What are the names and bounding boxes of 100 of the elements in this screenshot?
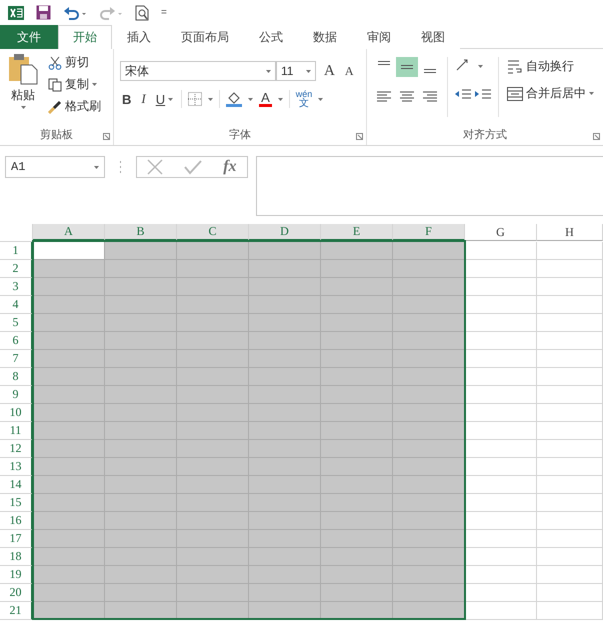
grid-cell[interactable] bbox=[177, 548, 249, 566]
grid-cell[interactable] bbox=[537, 440, 603, 458]
font-name-dropdown[interactable]: 宋体 bbox=[120, 61, 276, 81]
grid-cell[interactable] bbox=[393, 242, 465, 260]
grid-cell[interactable] bbox=[249, 332, 321, 350]
grid-cell[interactable] bbox=[393, 350, 465, 368]
drag-handle-icon[interactable] bbox=[119, 161, 122, 173]
grid-cell[interactable] bbox=[105, 458, 177, 476]
grid-cell[interactable] bbox=[249, 584, 321, 602]
grid-cell[interactable] bbox=[249, 530, 321, 548]
italic-button[interactable]: I bbox=[139, 91, 148, 107]
row-header[interactable]: 15 bbox=[0, 494, 33, 512]
grid-cell[interactable] bbox=[321, 476, 393, 494]
grid-cell[interactable] bbox=[33, 494, 105, 512]
cancel-icon[interactable] bbox=[147, 159, 164, 175]
font-size-dropdown[interactable]: 11 bbox=[276, 61, 316, 81]
column-header[interactable]: A bbox=[33, 224, 105, 241]
column-header[interactable]: E bbox=[321, 224, 393, 241]
grid-cell[interactable] bbox=[393, 476, 465, 494]
grow-font-button[interactable]: A bbox=[322, 62, 337, 80]
grid-cell[interactable] bbox=[537, 494, 603, 512]
grid-cell[interactable] bbox=[105, 512, 177, 530]
grid-cell[interactable] bbox=[177, 260, 249, 278]
grid-cell[interactable] bbox=[465, 440, 537, 458]
row-header[interactable]: 18 bbox=[0, 548, 33, 566]
grid-cell[interactable] bbox=[177, 476, 249, 494]
grid-cell[interactable] bbox=[321, 548, 393, 566]
grid-cell[interactable] bbox=[321, 332, 393, 350]
grid-cell[interactable] bbox=[321, 386, 393, 404]
grid-cell[interactable] bbox=[393, 296, 465, 314]
grid-cell[interactable] bbox=[321, 278, 393, 296]
row-header[interactable]: 21 bbox=[0, 602, 33, 620]
row-header[interactable]: 10 bbox=[0, 404, 33, 422]
clipboard-icon[interactable] bbox=[8, 53, 38, 85]
grid-cell[interactable] bbox=[249, 548, 321, 566]
grid-cell[interactable] bbox=[321, 350, 393, 368]
grid-cell[interactable] bbox=[33, 440, 105, 458]
grid-cell[interactable] bbox=[33, 584, 105, 602]
grid-cell[interactable] bbox=[465, 566, 537, 584]
grid-cell[interactable] bbox=[105, 404, 177, 422]
grid-cell[interactable] bbox=[105, 368, 177, 386]
grid-cell[interactable] bbox=[393, 458, 465, 476]
grid-cell[interactable] bbox=[321, 260, 393, 278]
grid-cell[interactable] bbox=[105, 296, 177, 314]
grid-cell[interactable] bbox=[105, 476, 177, 494]
grid-cell[interactable] bbox=[105, 332, 177, 350]
dialog-launcher-icon[interactable] bbox=[103, 133, 110, 140]
grid-cell[interactable] bbox=[249, 368, 321, 386]
grid-cell[interactable] bbox=[321, 512, 393, 530]
grid-cell[interactable] bbox=[465, 296, 537, 314]
middle-align-button[interactable] bbox=[396, 57, 418, 77]
grid-cell[interactable] bbox=[105, 494, 177, 512]
formula-field[interactable] bbox=[256, 156, 603, 216]
grid-cell[interactable] bbox=[177, 422, 249, 440]
grid-cell[interactable] bbox=[537, 530, 603, 548]
grid-cell[interactable] bbox=[393, 422, 465, 440]
row-header[interactable]: 3 bbox=[0, 278, 33, 296]
format-painter-button[interactable]: 格式刷 bbox=[46, 97, 103, 116]
grid-cell[interactable] bbox=[177, 512, 249, 530]
grid-cell[interactable] bbox=[537, 458, 603, 476]
grid-cell[interactable] bbox=[465, 278, 537, 296]
select-all-corner[interactable] bbox=[0, 224, 33, 242]
grid-cell[interactable] bbox=[33, 332, 105, 350]
underline-button[interactable]: U bbox=[154, 92, 176, 106]
grid-cell[interactable] bbox=[465, 476, 537, 494]
grid-cell[interactable] bbox=[249, 566, 321, 584]
grid-cell[interactable] bbox=[249, 404, 321, 422]
grid-cell[interactable] bbox=[537, 584, 603, 602]
grid-cell[interactable] bbox=[465, 386, 537, 404]
grid-cell[interactable] bbox=[537, 404, 603, 422]
grid-cell[interactable] bbox=[465, 350, 537, 368]
grid-cell[interactable] bbox=[249, 296, 321, 314]
customize-toolbar-button[interactable]: = bbox=[161, 7, 167, 18]
grid-cell[interactable] bbox=[177, 296, 249, 314]
grid-cell[interactable] bbox=[321, 314, 393, 332]
fill-bucket-icon[interactable] bbox=[226, 91, 242, 107]
grid-cell[interactable] bbox=[33, 386, 105, 404]
font-color-button[interactable]: A bbox=[259, 92, 272, 106]
grid-cell[interactable] bbox=[465, 584, 537, 602]
grid-cell[interactable] bbox=[393, 584, 465, 602]
file-tab[interactable]: 文件 bbox=[0, 25, 58, 49]
grid-cell[interactable] bbox=[537, 602, 603, 620]
grid-cell[interactable] bbox=[177, 440, 249, 458]
grid-cell[interactable] bbox=[177, 584, 249, 602]
dialog-launcher-icon[interactable] bbox=[593, 133, 600, 140]
row-header[interactable]: 14 bbox=[0, 476, 33, 494]
grid-cell[interactable] bbox=[465, 602, 537, 620]
grid-cell[interactable] bbox=[465, 548, 537, 566]
row-header[interactable]: 5 bbox=[0, 314, 33, 332]
grid-cell[interactable] bbox=[537, 296, 603, 314]
grid-cell[interactable] bbox=[321, 296, 393, 314]
column-header[interactable]: F bbox=[393, 224, 465, 241]
grid-cell[interactable] bbox=[177, 332, 249, 350]
grid-cell[interactable] bbox=[33, 548, 105, 566]
grid-cell[interactable] bbox=[393, 314, 465, 332]
grid-cell[interactable] bbox=[33, 296, 105, 314]
ribbon-tab[interactable]: 开始 bbox=[58, 25, 112, 49]
grid-cell[interactable] bbox=[393, 278, 465, 296]
excel-logo-icon[interactable] bbox=[8, 4, 24, 20]
grid-cell[interactable] bbox=[249, 386, 321, 404]
